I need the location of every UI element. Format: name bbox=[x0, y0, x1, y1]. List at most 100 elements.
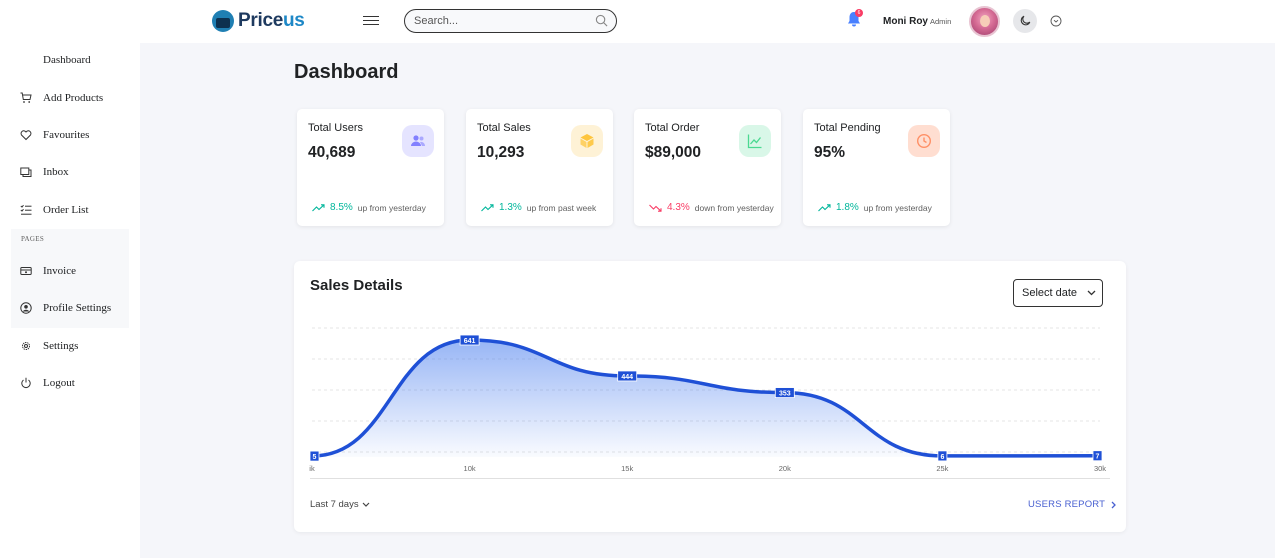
invoice-icon bbox=[20, 267, 32, 275]
users-icon bbox=[402, 125, 434, 157]
trend-percent: 8.5% bbox=[330, 202, 353, 213]
clock-icon bbox=[908, 125, 940, 157]
logo-text-part2: us bbox=[282, 10, 305, 31]
sidebar-item-logout[interactable]: Logout bbox=[20, 377, 75, 389]
x-tick-label: 20k bbox=[779, 464, 791, 473]
sidebar-item-label: Logout bbox=[43, 377, 75, 389]
cart-icon bbox=[20, 92, 32, 103]
sidebar-item-add-products[interactable]: Add Products bbox=[20, 92, 103, 104]
sidebar-item-label: Favourites bbox=[43, 129, 90, 141]
moon-icon bbox=[1020, 15, 1031, 26]
sidebar-item-label: Inbox bbox=[43, 166, 69, 178]
sales-chart: 5 641 444 353 6 7 ik 10k 15k 20k 25k 30k bbox=[309, 327, 1106, 473]
chart-area bbox=[312, 340, 1100, 457]
data-point-label: 641 bbox=[459, 334, 480, 346]
sidebar-item-dashboard[interactable]: Dashboard bbox=[43, 54, 91, 66]
chevron-down-icon bbox=[362, 502, 370, 507]
chevron-down-circle-icon[interactable] bbox=[1050, 15, 1062, 27]
card-value: $89,000 bbox=[645, 144, 702, 161]
card-label: Total Sales bbox=[477, 122, 531, 134]
sidebar-item-order-list[interactable]: Order List bbox=[20, 204, 89, 216]
notification-badge: 6 bbox=[855, 9, 863, 17]
dark-mode-toggle[interactable] bbox=[1013, 9, 1037, 33]
trend-percent: 1.8% bbox=[836, 202, 859, 213]
x-tick-label: ik bbox=[309, 464, 315, 473]
pages-section-title: PAGES bbox=[21, 235, 45, 243]
sidebar: PAGES Dashboard Add Products Favourites … bbox=[0, 43, 140, 558]
chart-line-icon bbox=[739, 125, 771, 157]
trend-text: down from yesterday bbox=[694, 202, 774, 213]
stat-card-total-sales: Total Sales 10,293 1.3% up from past wee… bbox=[466, 109, 613, 226]
top-header: Priceus 6 Moni Roy Admin bbox=[0, 0, 1275, 43]
sidebar-item-invoice[interactable]: Invoice bbox=[20, 265, 76, 277]
logo[interactable]: Priceus bbox=[212, 10, 305, 32]
sidebar-item-label: Settings bbox=[43, 340, 79, 352]
sidebar-item-settings[interactable]: Settings bbox=[20, 340, 78, 352]
card-trend: 8.5% up from yesterday bbox=[312, 202, 426, 213]
data-point-label: 6 bbox=[937, 450, 948, 462]
trend-up-icon bbox=[818, 203, 831, 211]
last-7-days-dropdown[interactable]: Last 7 days bbox=[310, 499, 370, 510]
trend-up-icon bbox=[481, 203, 494, 211]
card-label: Total Pending bbox=[814, 122, 881, 134]
sidebar-item-label: Add Products bbox=[43, 92, 104, 104]
data-point-label-text: 5 bbox=[313, 454, 317, 461]
x-tick-label: 15k bbox=[621, 464, 633, 473]
stat-card-total-order: Total Order $89,000 4.3% down from yeste… bbox=[634, 109, 781, 226]
stat-card-total-pending: Total Pending 95% 1.8% up from yesterday bbox=[803, 109, 950, 226]
users-report-label: USERS REPORT bbox=[1028, 499, 1106, 510]
data-point-label-text: 7 bbox=[1096, 454, 1100, 461]
data-point-label: 444 bbox=[617, 370, 638, 382]
sidebar-item-label: Invoice bbox=[43, 265, 76, 277]
card-trend: 1.3% up from past week bbox=[481, 202, 596, 213]
logo-icon bbox=[212, 10, 234, 32]
search-input[interactable] bbox=[405, 15, 585, 27]
box-icon bbox=[571, 125, 603, 157]
divider bbox=[310, 478, 1110, 479]
list-icon bbox=[20, 204, 32, 215]
gear-icon bbox=[22, 342, 30, 350]
search-box bbox=[404, 9, 617, 33]
sales-details-panel: Sales Details Select date 5 641 444 353 6 7 i… bbox=[294, 261, 1126, 532]
card-label: Total Order bbox=[645, 122, 700, 134]
sidebar-item-favourites[interactable]: Favourites bbox=[20, 129, 89, 141]
avatar[interactable] bbox=[969, 6, 1000, 37]
logo-text: Priceus bbox=[238, 10, 305, 32]
trend-percent: 4.3% bbox=[667, 202, 690, 213]
trend-text: up from yesterday bbox=[357, 202, 426, 213]
sidebar-item-label: Profile Settings bbox=[43, 302, 112, 314]
trend-text: up from past week bbox=[526, 202, 597, 213]
trend-text: up from yesterday bbox=[863, 202, 932, 213]
trend-up-icon bbox=[312, 203, 325, 211]
card-trend: 1.8% up from yesterday bbox=[818, 202, 932, 213]
data-point-label-text: 6 bbox=[940, 454, 944, 461]
user-name: Moni Roy bbox=[883, 16, 928, 27]
sidebar-item-inbox[interactable]: Inbox bbox=[20, 166, 69, 178]
data-point-label: 7 bbox=[1092, 450, 1103, 462]
chevron-right-icon bbox=[1111, 501, 1117, 508]
stat-card-total-users: Total Users 40,689 8.5% up from yesterda… bbox=[297, 109, 444, 226]
trend-down-icon bbox=[649, 204, 662, 212]
power-icon bbox=[21, 377, 31, 388]
users-report-link[interactable]: USERS REPORT bbox=[1028, 499, 1117, 510]
trend-percent: 1.3% bbox=[499, 202, 522, 213]
card-value: 10,293 bbox=[477, 144, 525, 161]
data-point-label-text: 641 bbox=[464, 338, 476, 345]
card-value: 95% bbox=[814, 144, 846, 161]
last-days-label: Last 7 days bbox=[310, 499, 359, 510]
sidebar-item-profile-settings[interactable]: Profile Settings bbox=[20, 302, 111, 314]
sidebar-item-label: Dashboard bbox=[43, 54, 91, 66]
inbox-icon bbox=[20, 167, 32, 177]
card-label: Total Users bbox=[308, 122, 364, 134]
user-circle-icon bbox=[20, 302, 32, 314]
hamburger-menu-icon[interactable] bbox=[363, 13, 379, 29]
search-icon[interactable] bbox=[595, 14, 608, 27]
sidebar-item-label: Order List bbox=[43, 204, 89, 216]
data-point-label-text: 444 bbox=[621, 374, 633, 381]
heart-icon bbox=[20, 130, 32, 141]
card-value: 40,689 bbox=[308, 144, 356, 161]
x-tick-label: 10k bbox=[464, 464, 476, 473]
x-tick-label: 30k bbox=[1094, 464, 1106, 473]
logo-text-part1: Price bbox=[238, 10, 283, 31]
x-tick-label: 25k bbox=[936, 464, 948, 473]
